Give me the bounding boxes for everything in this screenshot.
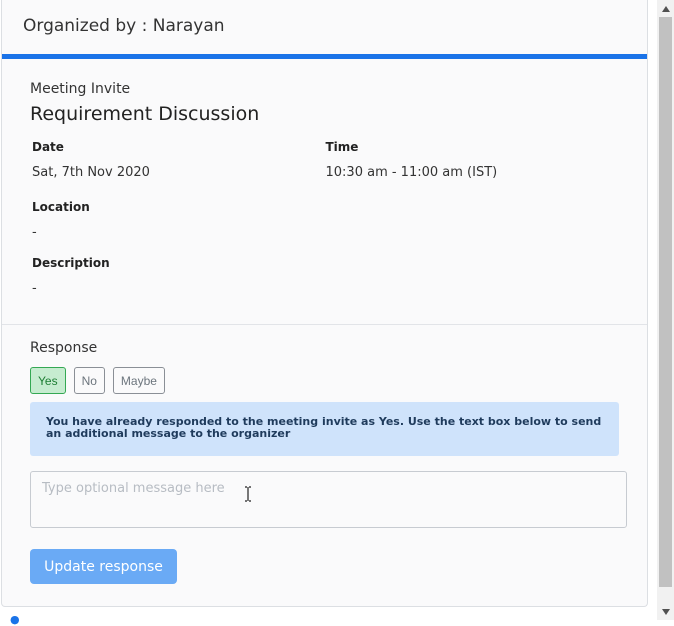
meeting-title: Requirement Discussion [30, 103, 260, 125]
triangle-down-icon [661, 608, 670, 615]
response-no-button[interactable]: No [73, 367, 105, 394]
response-yes-button[interactable]: Yes [30, 367, 66, 394]
optional-message-input[interactable] [30, 471, 627, 528]
description-field: Description - [32, 256, 619, 296]
triangle-up-icon [661, 5, 670, 12]
meeting-invite-card: Organized by : Narayan Meeting Invite Re… [1, 0, 648, 607]
response-label: Response [30, 340, 98, 356]
time-label: Time [325, 140, 359, 154]
date-time-row: Date Sat, 7th Nov 2020 Time 10:30 am - 1… [30, 140, 619, 180]
response-maybe-button[interactable]: Maybe [112, 367, 165, 394]
description-label: Description [32, 256, 110, 270]
meeting-kind-label: Meeting Invite [30, 81, 131, 97]
scroll-thumb[interactable] [659, 17, 672, 587]
date-field: Date Sat, 7th Nov 2020 [32, 140, 326, 180]
meeting-details: Meeting Invite Requirement Discussion Da… [2, 59, 647, 325]
response-options: Yes No Maybe [30, 367, 619, 394]
update-response-button[interactable]: Update response [30, 549, 177, 584]
organizer-text: Organized by : Narayan [23, 16, 225, 36]
scroll-down-button[interactable] [657, 603, 674, 620]
scroll-up-button[interactable] [657, 0, 674, 17]
time-value: 10:30 am - 11:00 am (IST) [325, 165, 498, 180]
card-header: Organized by : Narayan [2, 0, 647, 59]
viewport: Organized by : Narayan Meeting Invite Re… [0, 0, 674, 626]
already-responded-alert: You have already responded to the meetin… [30, 402, 619, 456]
location-value: - [32, 225, 37, 240]
date-label: Date [32, 140, 64, 154]
location-label: Location [32, 200, 90, 214]
ibeam-cursor-icon [245, 486, 251, 502]
date-value: Sat, 7th Nov 2020 [32, 165, 150, 180]
vertical-scrollbar[interactable] [657, 0, 674, 620]
time-field: Time 10:30 am - 11:00 am (IST) [326, 140, 620, 180]
response-section: Response Yes No Maybe You have already r… [2, 325, 647, 584]
description-value: - [32, 281, 37, 296]
location-field: Location - [32, 200, 619, 240]
